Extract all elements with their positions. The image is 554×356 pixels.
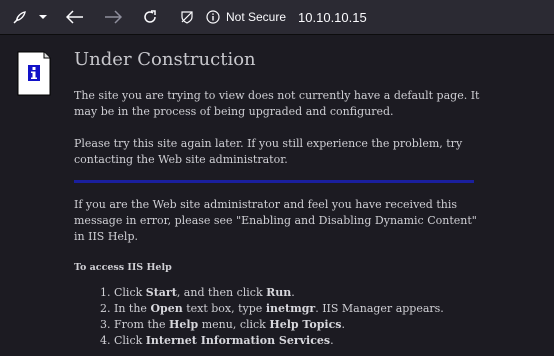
divider: [74, 180, 474, 183]
help-steps-list: Click Start, and then click Run. In the …: [74, 285, 484, 349]
info-document-icon: [17, 51, 51, 96]
site-info-icon[interactable]: [206, 10, 220, 24]
url-bar[interactable]: Not Secure 10.10.10.15: [170, 4, 554, 30]
list-item: In the Open text box, type inetmgr. IIS …: [114, 301, 484, 317]
list-item: Click Internet Information Services.: [114, 333, 484, 349]
back-icon[interactable]: [65, 6, 85, 28]
page-content: Under Construction The site you are tryi…: [0, 35, 554, 356]
paragraph-try-again: Please try this site again later. If you…: [74, 137, 463, 166]
main-content: Under Construction The site you are tryi…: [74, 49, 484, 349]
chevron-down-icon[interactable]: [36, 6, 50, 28]
tracking-protection-icon[interactable]: [180, 10, 194, 24]
page-title: Under Construction: [74, 49, 256, 70]
reload-icon[interactable]: [140, 6, 160, 28]
list-item: Click Start, and then click Run.: [114, 285, 484, 301]
extension-icon[interactable]: [10, 6, 30, 28]
help-heading: To access IIS Help: [74, 262, 172, 273]
url-text[interactable]: 10.10.10.15: [298, 10, 367, 25]
browser-toolbar: Not Secure 10.10.10.15: [0, 0, 554, 35]
paragraph-admin-note: If you are the Web site administrator an…: [74, 198, 477, 243]
paragraph-default-page: The site you are trying to view does not…: [74, 89, 480, 118]
security-label: Not Secure: [226, 10, 287, 24]
list-item: From the Help menu, click Help Topics.: [114, 317, 484, 333]
forward-icon[interactable]: [103, 6, 123, 28]
